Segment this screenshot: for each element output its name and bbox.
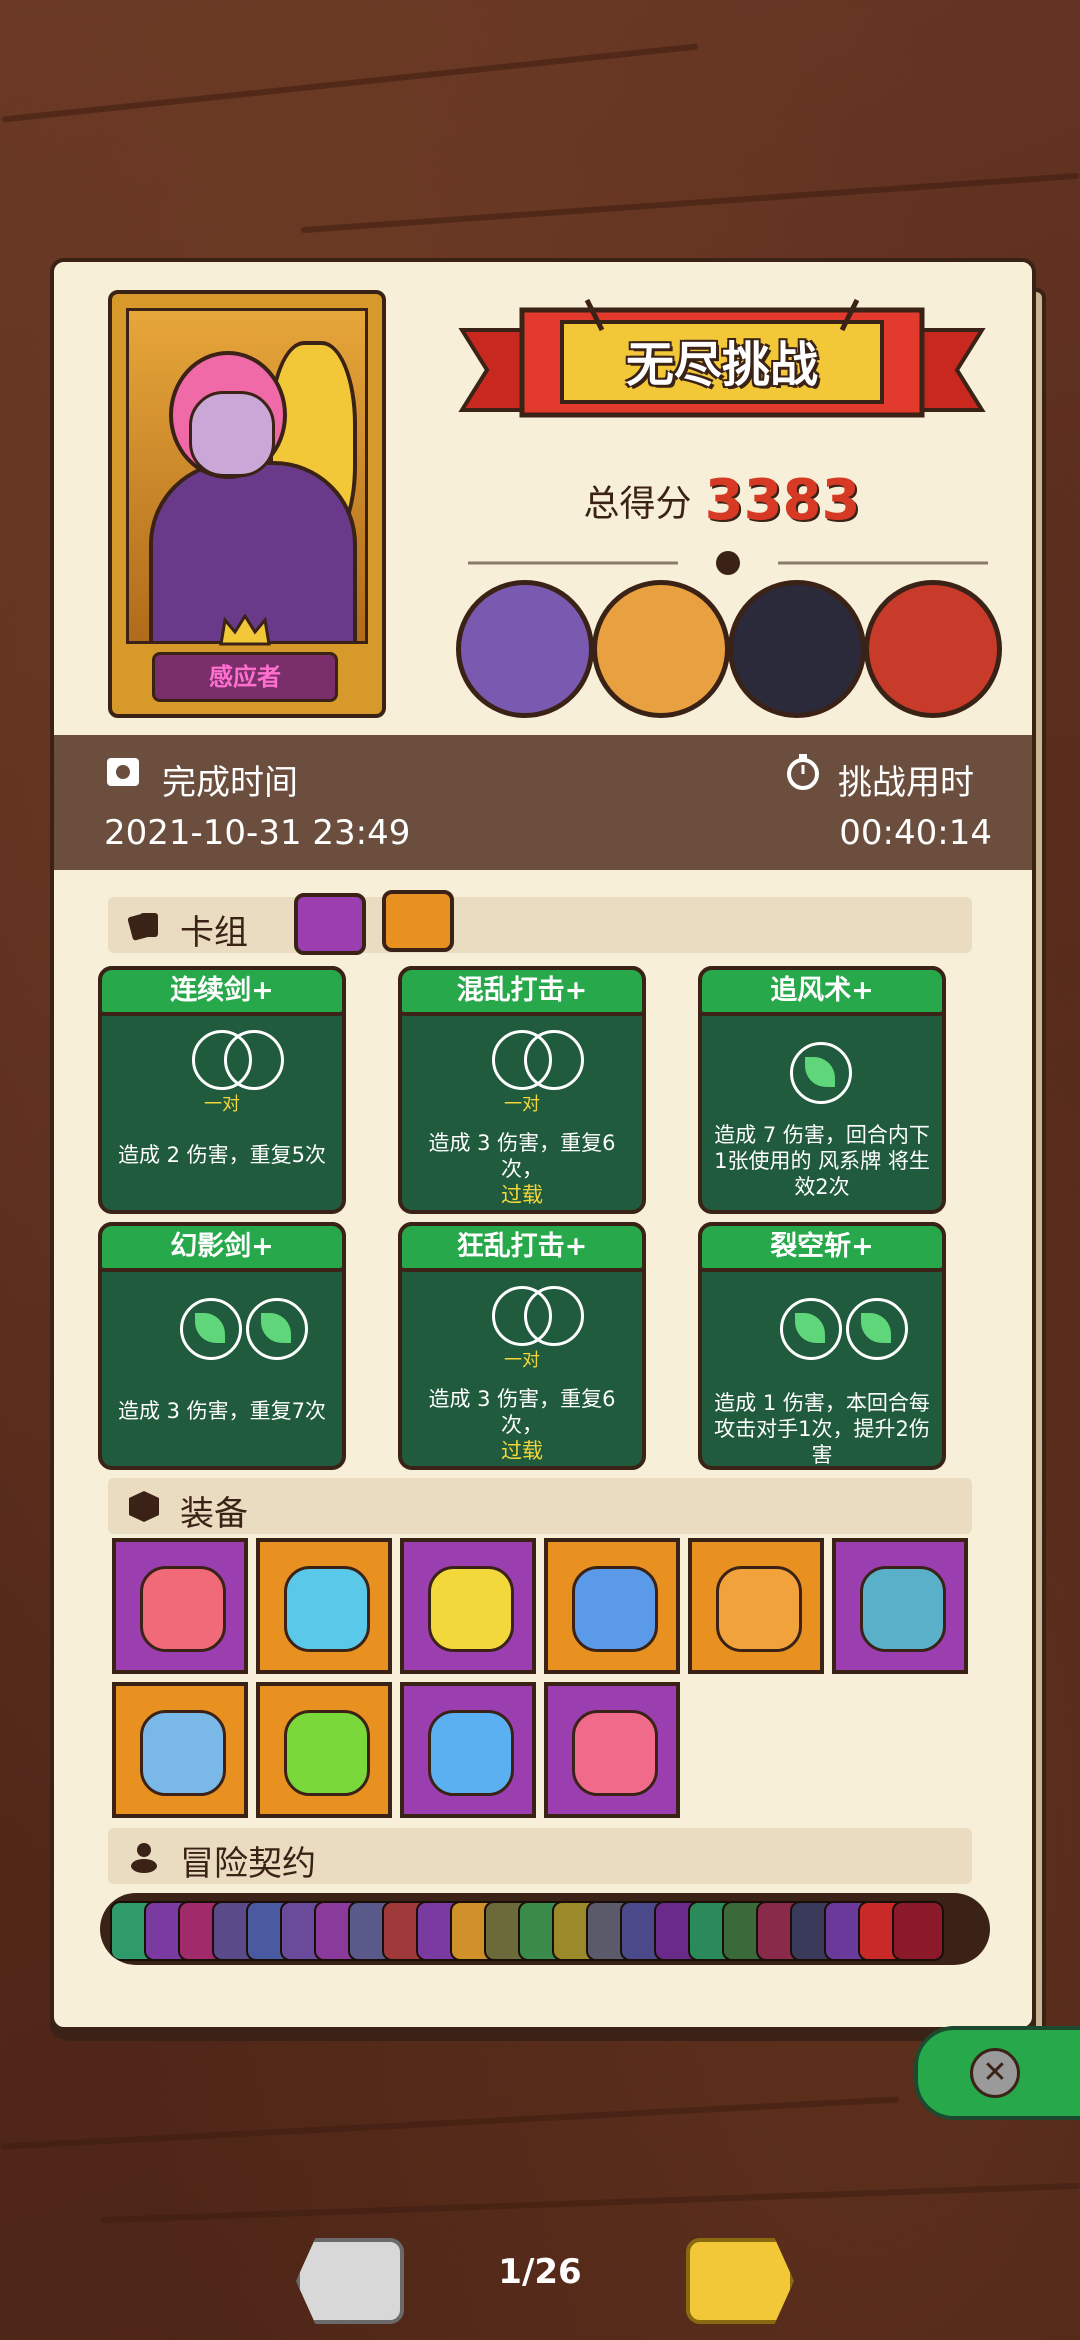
wood-grain xyxy=(300,172,1080,234)
card-desc: 造成 2 伤害，重复5次 xyxy=(117,1143,327,1167)
duration-label: 挑战用时 xyxy=(838,763,974,803)
card-tag: 一对 xyxy=(504,1094,540,1115)
card-item[interactable]: 连续剑+ 一对 造成 2 伤害，重复5次 xyxy=(98,966,346,1214)
card-desc: 造成 3 伤害，重复6次， xyxy=(428,1387,616,1437)
equipment-slot[interactable] xyxy=(688,1538,824,1674)
card-desc-wrap: 造成 3 伤害，重复6次， 过载 xyxy=(410,1386,634,1464)
wood-grain xyxy=(100,2182,1080,2224)
wind-icon xyxy=(246,1298,308,1360)
time-section: 完成时间 2021-10-31 23:49 挑战用时 00:40:14 xyxy=(54,735,1032,870)
card-item[interactable]: 狂乱打击+ 一对 造成 3 伤害，重复6次， 过载 xyxy=(398,1222,646,1470)
contract-list[interactable] xyxy=(100,1893,990,1965)
card-name: 裂空斩+ xyxy=(698,1222,946,1272)
card-item[interactable]: 追风术+ 造成 7 伤害，回合内下1张使用的 风系牌 将生效2次 xyxy=(698,966,946,1214)
horn-icon xyxy=(428,1710,514,1796)
mushroom-icon xyxy=(572,1566,658,1652)
equipment-slot[interactable] xyxy=(832,1538,968,1674)
blade-icon xyxy=(140,1710,226,1796)
card-name: 混乱打击+ xyxy=(398,966,646,1016)
score-value: 3383 xyxy=(704,468,861,533)
hero-art xyxy=(126,308,368,644)
equipment-slot[interactable] xyxy=(544,1682,680,1818)
potion-icon xyxy=(284,1710,370,1796)
score-label: 总得分 xyxy=(583,483,692,525)
deck-header: 卡组 xyxy=(108,897,972,953)
shell-icon xyxy=(572,1710,658,1796)
card-desc: 造成 7 伤害，回合内下1张使用的 风系牌 将生效2次 xyxy=(714,1123,930,1199)
card-item[interactable]: 裂空斩+ 造成 1 伤害，本回合每攻击对手1次，提升2伤害 xyxy=(698,1222,946,1470)
banner-title: 无尽挑战 xyxy=(625,337,818,393)
deck-filter-orange[interactable] xyxy=(382,890,454,952)
equipment-slot[interactable] xyxy=(400,1682,536,1818)
boss-samurai[interactable] xyxy=(592,580,730,718)
card-warn: 过载 xyxy=(501,1183,543,1207)
wood-grain xyxy=(1,43,699,123)
card-item[interactable]: 幻影剑+ 造成 3 伤害，重复7次 xyxy=(98,1222,346,1470)
close-button[interactable]: ✕ xyxy=(914,2026,1080,2120)
card-name: 狂乱打击+ xyxy=(398,1222,646,1272)
complete-time-label: 完成时间 xyxy=(162,763,298,803)
hero-portrait[interactable]: 感应者 xyxy=(108,290,386,718)
equipment-slot[interactable] xyxy=(112,1682,248,1818)
wind-icon xyxy=(846,1298,908,1360)
pouch-icon xyxy=(131,1843,157,1873)
wind-icon xyxy=(780,1298,842,1360)
total-score: 总得分 3383 xyxy=(452,468,992,533)
card-desc: 造成 3 伤害，重复6次， xyxy=(428,1131,616,1181)
equipment-slot[interactable] xyxy=(544,1538,680,1674)
chest-icon xyxy=(428,1566,514,1652)
ring-icon xyxy=(524,1030,584,1090)
hero-name: 感应者 xyxy=(152,652,338,702)
shield-icon xyxy=(284,1566,370,1652)
equipment-slot[interactable] xyxy=(256,1682,392,1818)
ornament-divider xyxy=(468,551,988,575)
slime-icon xyxy=(140,1566,226,1652)
wood-grain xyxy=(0,2096,900,2150)
wind-icon xyxy=(790,1042,852,1104)
contract-icon[interactable] xyxy=(892,1901,944,1961)
equipment-slot[interactable] xyxy=(112,1538,248,1674)
deck-filter-purple[interactable] xyxy=(294,893,366,955)
film-icon xyxy=(107,758,139,786)
boss-shadow[interactable] xyxy=(728,580,866,718)
ring-icon xyxy=(224,1030,284,1090)
card-desc: 造成 1 伤害，本回合每攻击对手1次，提升2伤害 xyxy=(714,1391,930,1467)
stopwatch-icon xyxy=(787,754,819,790)
contract-header: 冒险契约 xyxy=(108,1828,972,1884)
equipment-header: 装备 xyxy=(108,1478,972,1534)
crown-icon xyxy=(219,614,271,646)
box-icon xyxy=(129,1491,159,1522)
equipment-title: 装备 xyxy=(180,1494,248,1534)
sweater-icon xyxy=(716,1566,802,1652)
complete-time-value: 2021-10-31 23:49 xyxy=(104,813,411,853)
next-page-button[interactable] xyxy=(686,2238,794,2324)
card-name: 幻影剑+ xyxy=(98,1222,346,1272)
page-indicator: 1/26 xyxy=(498,2252,582,2292)
equipment-slot[interactable] xyxy=(256,1538,392,1674)
card-item[interactable]: 混乱打击+ 一对 造成 3 伤害，重复6次， 过载 xyxy=(398,966,646,1214)
bat-icon xyxy=(860,1566,946,1652)
hero-face xyxy=(189,391,275,477)
card-tag: 一对 xyxy=(504,1350,540,1371)
duration-value: 00:40:14 xyxy=(839,813,992,853)
wind-icon xyxy=(180,1298,242,1360)
card-tag: 一对 xyxy=(204,1094,240,1115)
card-name: 追风术+ xyxy=(698,966,946,1016)
boss-dragon[interactable] xyxy=(456,580,594,718)
cards-icon xyxy=(127,913,158,941)
card-warn: 过载 xyxy=(501,1439,543,1463)
card-name: 连续剑+ xyxy=(98,966,346,1016)
contract-title: 冒险契约 xyxy=(180,1844,316,1884)
close-icon: ✕ xyxy=(970,2048,1020,2098)
deck-title: 卡组 xyxy=(180,913,248,953)
prev-page-button[interactable] xyxy=(296,2238,404,2324)
boss-jester[interactable] xyxy=(864,580,1002,718)
card-desc: 造成 3 伤害，重复7次 xyxy=(117,1399,327,1423)
equipment-slot[interactable] xyxy=(400,1538,536,1674)
card-desc-wrap: 造成 3 伤害，重复6次， 过载 xyxy=(410,1130,634,1208)
ring-icon xyxy=(524,1286,584,1346)
